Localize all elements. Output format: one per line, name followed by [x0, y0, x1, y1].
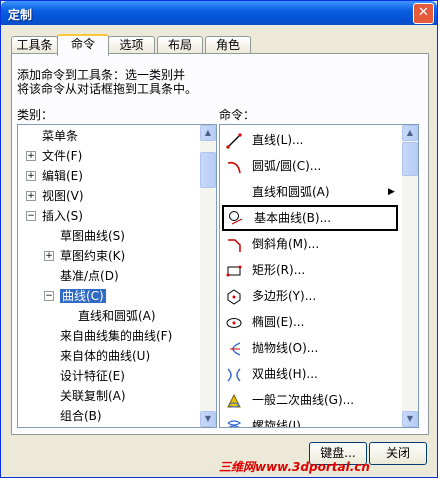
command-item[interactable]: 矩形(R)...	[220, 257, 398, 283]
window-title: 定制	[8, 8, 33, 22]
categories-label: 类别：	[17, 108, 54, 122]
command-label: 抛物线(O)...	[252, 341, 319, 355]
commands-label: 命令：	[219, 108, 256, 122]
command-item[interactable]: 一般二次曲线(G)...	[220, 387, 398, 413]
expand-icon[interactable]: +	[26, 171, 36, 181]
expand-icon[interactable]: +	[26, 191, 36, 201]
category-item[interactable]: 组合(B)	[60, 406, 102, 426]
category-item[interactable]: 草图曲线(S)	[60, 226, 125, 246]
scroll-down-icon[interactable]: ▼	[402, 411, 418, 427]
category-label: 文件(F)	[42, 149, 83, 163]
tab-toolbars[interactable]: 工具条	[11, 36, 58, 54]
ellipse-icon	[226, 314, 242, 330]
scroll-thumb[interactable]	[200, 152, 216, 188]
command-label: 双曲线(H)...	[252, 367, 318, 381]
category-label: 直线和圆弧(A)	[78, 309, 156, 323]
category-item[interactable]: + 文件(F)	[26, 146, 83, 166]
arc-icon	[226, 158, 242, 174]
command-item[interactable]: 倒斜角(M)...	[220, 231, 398, 257]
category-label: 来自曲线集的曲线(F)	[60, 329, 173, 343]
line-icon	[226, 132, 242, 149]
tab-roles[interactable]: 角色	[205, 36, 251, 54]
category-item[interactable]: + 视图(V)	[26, 186, 84, 206]
category-label: 菜单条	[42, 129, 79, 143]
command-label: 圆弧/圆(C)...	[252, 159, 322, 173]
category-label: 来自体的曲线(U)	[60, 349, 151, 363]
scroll-up-icon[interactable]: ▲	[402, 125, 418, 141]
close-window-button[interactable]: ✕	[413, 3, 434, 24]
command-label: 螺旋线(I)...	[252, 419, 313, 428]
hyperbola-icon	[226, 366, 242, 382]
command-label: 矩形(R)...	[252, 263, 306, 277]
helix-icon	[226, 418, 242, 427]
category-label: 插入(S)	[42, 209, 83, 223]
basic-curve-icon	[228, 210, 244, 226]
command-item[interactable]: 直线(L)...	[220, 127, 398, 153]
command-label: 一般二次曲线(G)...	[252, 393, 355, 407]
commands-panel: 添加命令到工具条：选一类别并 将该命令从对话框拖到工具条中。 类别： 命令： 菜…	[11, 53, 429, 435]
polygon-icon	[226, 288, 242, 305]
category-label: 视图(V)	[42, 189, 84, 203]
category-label: 组合(B)	[60, 409, 102, 423]
category-item[interactable]: 菜单条	[42, 126, 78, 146]
rectangle-icon	[226, 262, 242, 278]
scroll-up-icon[interactable]: ▲	[200, 125, 216, 141]
category-item[interactable]: + 编辑(E)	[26, 166, 83, 186]
category-item[interactable]: 直线和圆弧(A)	[78, 306, 156, 326]
scroll-down-icon[interactable]: ▼	[200, 411, 216, 427]
command-item[interactable]: 抛物线(O)...	[220, 335, 398, 361]
category-label: 曲线(C)	[60, 289, 106, 303]
command-label: 直线(L)...	[252, 133, 304, 147]
command-item[interactable]: 直线和圆弧(A) ▶	[220, 179, 398, 205]
category-label: 草图约束(K)	[60, 249, 126, 263]
category-scrollbar[interactable]: ▲ ▼	[200, 125, 216, 427]
expand-icon[interactable]: +	[44, 251, 54, 261]
parabola-icon	[226, 340, 242, 356]
command-scrollbar[interactable]: ▲ ▼	[402, 125, 418, 427]
command-item[interactable]: 椭圆(E)...	[220, 309, 398, 335]
category-tree[interactable]: 菜单条 + 文件(F) + 编辑(E) + 视图(V) − 插入(S) 草图曲线(S) + 草图约束(…	[17, 124, 217, 428]
command-label: 倒斜角(M)...	[252, 237, 320, 251]
command-label: 直线和圆弧(A)	[252, 185, 330, 199]
category-item[interactable]: 设计特征(E)	[60, 366, 125, 386]
category-label: 关联复制(A)	[60, 389, 126, 403]
command-item[interactable]: 基本曲线(B)...	[222, 205, 398, 231]
category-label: 编辑(E)	[42, 169, 83, 183]
category-label: 基准/点(D)	[60, 269, 119, 283]
category-item[interactable]: 来自体的曲线(U)	[60, 346, 150, 366]
instructions-text: 添加命令到工具条：选一类别并 将该命令从对话框拖到工具条中。	[17, 68, 198, 96]
tab-commands[interactable]: 命令	[57, 34, 109, 56]
collapse-icon[interactable]: −	[26, 211, 36, 221]
submenu-arrow-icon: ▶	[388, 187, 395, 197]
command-label: 基本曲线(B)...	[254, 211, 332, 225]
close-button[interactable]: 关闭	[369, 442, 427, 465]
category-item[interactable]: − 插入(S)	[26, 206, 83, 226]
category-label: 草图曲线(S)	[60, 229, 125, 243]
tab-options[interactable]: 选项	[108, 36, 155, 54]
watermark-text: 三维网www.3dportal.cn	[219, 460, 370, 474]
scroll-thumb[interactable]	[402, 142, 418, 176]
title-bar[interactable]: 定制 ✕	[1, 1, 437, 25]
expand-icon[interactable]: +	[26, 151, 36, 161]
category-item[interactable]: − 曲线(C)	[44, 286, 106, 306]
command-list[interactable]: 直线(L)... 圆弧/圆(C)... 直线和圆弧(A) ▶ 基本曲线(B)... 倒斜角…	[219, 124, 419, 428]
category-item[interactable]: + 草图约束(K)	[44, 246, 126, 266]
chamfer-icon	[226, 236, 242, 252]
command-item[interactable]: 圆弧/圆(C)...	[220, 153, 398, 179]
command-item[interactable]: 多边形(Y)...	[220, 283, 398, 309]
category-item[interactable]: 来自曲线集的曲线(F)	[60, 326, 172, 346]
command-label: 椭圆(E)...	[252, 315, 305, 329]
tab-layout[interactable]: 布局	[157, 36, 203, 54]
category-item[interactable]: 基准/点(D)	[60, 266, 119, 286]
category-item[interactable]: 关联复制(A)	[60, 386, 126, 406]
command-label: 多边形(Y)...	[252, 289, 317, 303]
command-item[interactable]: 双曲线(H)...	[220, 361, 398, 387]
category-label: 设计特征(E)	[60, 369, 125, 383]
customize-dialog: 定制 ✕ 工具条 命令 选项 布局 角色 添加命令到工具条：选一类别并 将该命令…	[0, 0, 438, 478]
command-item[interactable]: 螺旋线(I)...	[220, 413, 398, 428]
collapse-icon[interactable]: −	[44, 291, 54, 301]
conic-icon	[226, 392, 242, 408]
